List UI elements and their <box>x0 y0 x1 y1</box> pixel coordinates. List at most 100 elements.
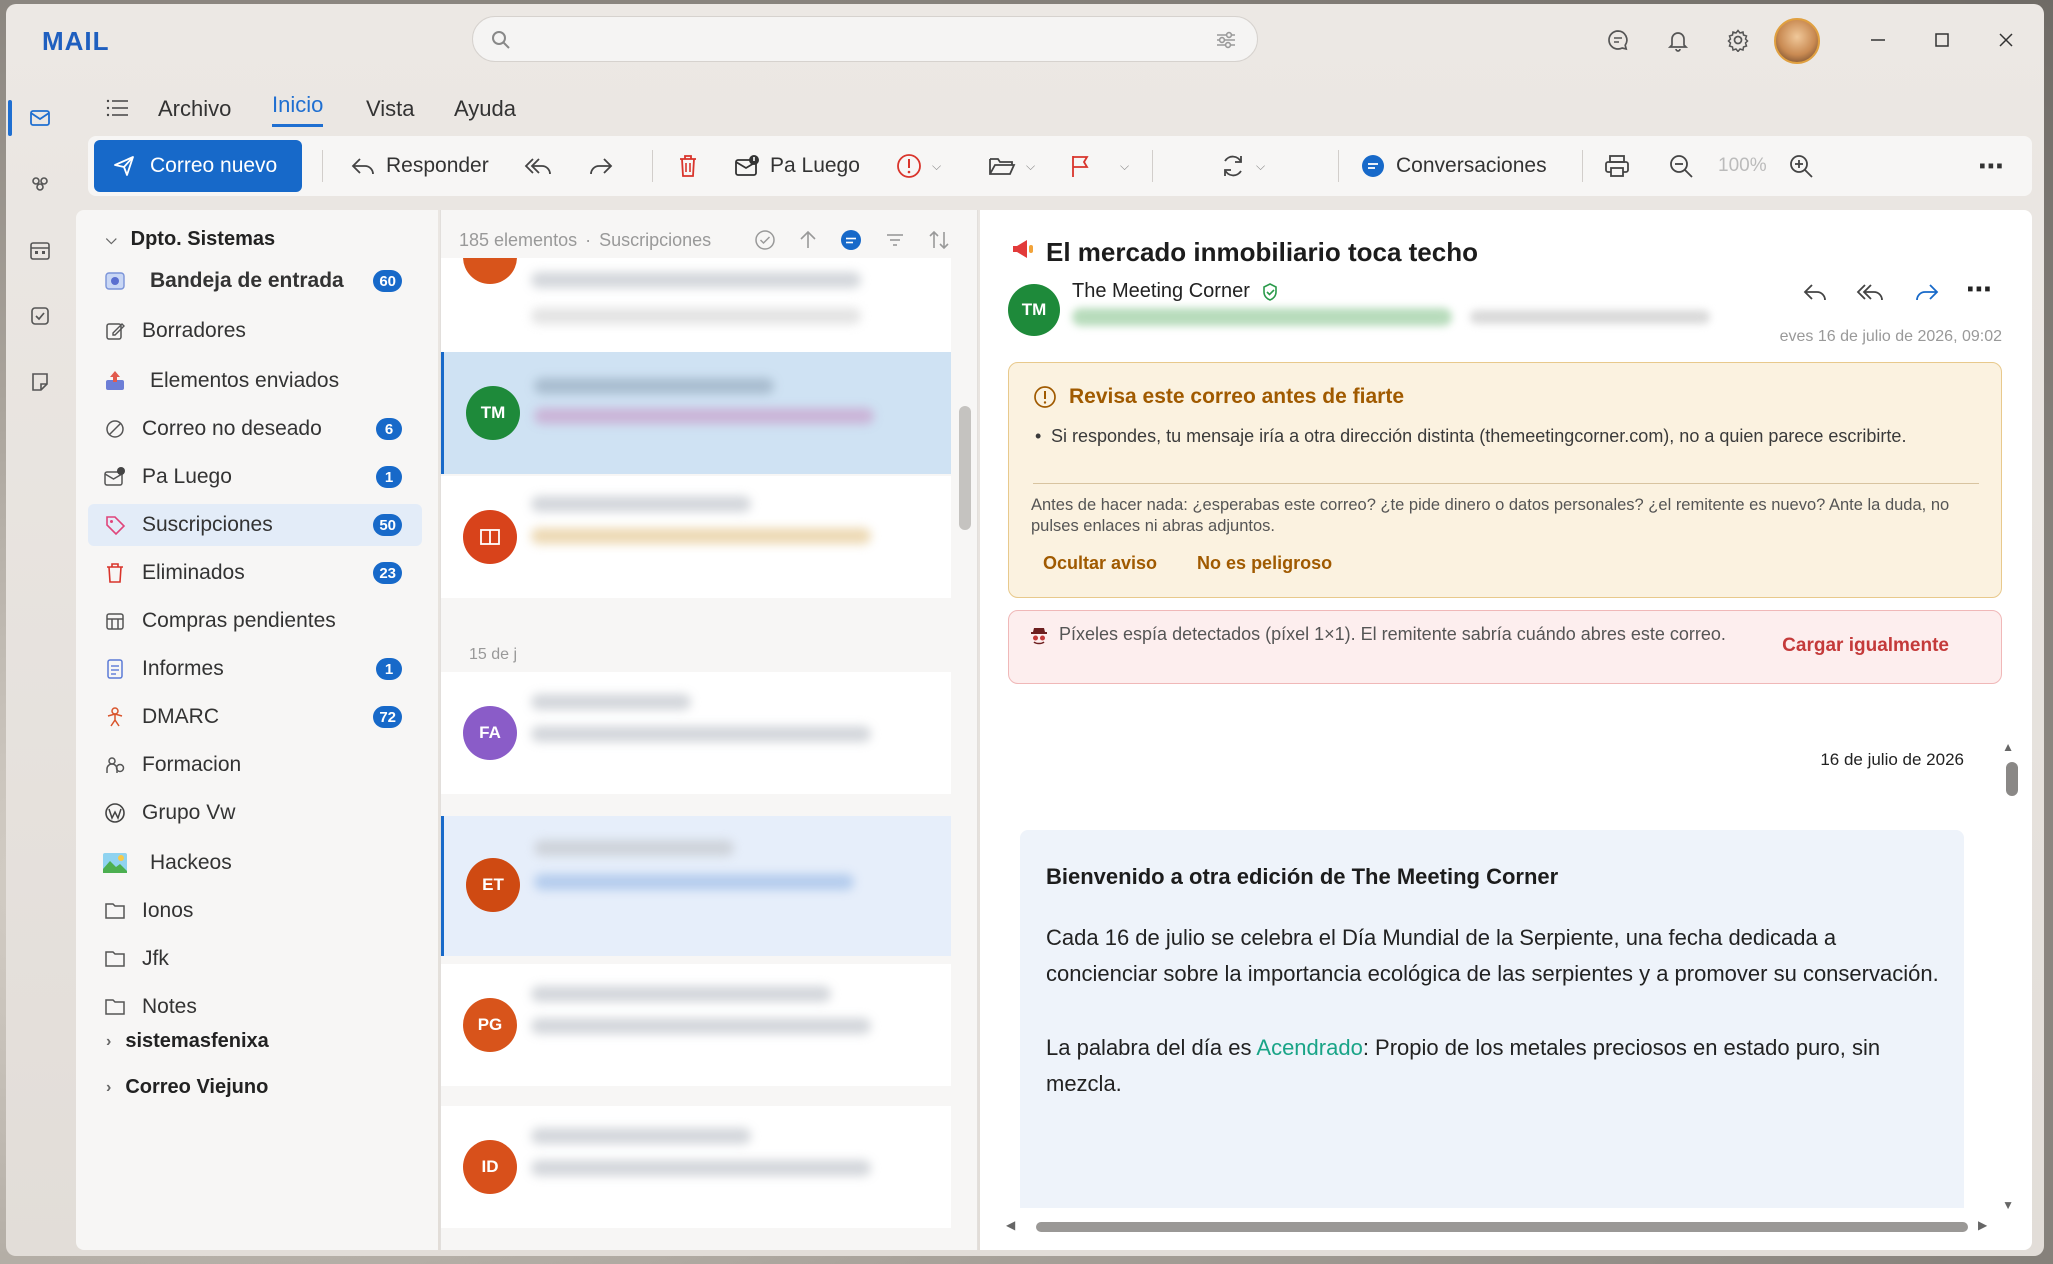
folder-jfk[interactable]: Jfk <box>88 938 422 980</box>
body-date: 16 de julio de 2026 <box>1820 750 1964 769</box>
horizontal-scroll-thumb[interactable] <box>1036 1222 1968 1232</box>
filter-icon[interactable] <box>883 228 907 252</box>
list-item[interactable]: ID <box>441 1106 951 1228</box>
print-button[interactable] <box>1604 146 1630 186</box>
sort-icon[interactable] <box>927 228 951 252</box>
reply-icon[interactable] <box>1802 280 1830 304</box>
forward-button[interactable] <box>588 146 614 186</box>
reply-all-icon[interactable] <box>1856 280 1886 304</box>
folder-formacion[interactable]: Formacion <box>88 744 422 786</box>
more-options-icon[interactable]: ⋯ <box>1966 276 1992 304</box>
folder-reports[interactable]: Informes 1 <box>88 648 422 690</box>
check-all-icon[interactable] <box>753 228 777 252</box>
close-icon[interactable] <box>1986 20 2026 60</box>
sync-button[interactable]: ⌵ <box>1220 146 1265 186</box>
filter-options-icon[interactable] <box>1215 30 1237 50</box>
list-item[interactable]: FA <box>441 672 951 794</box>
folder-inbox[interactable]: Bandeja de entrada 60 <box>88 260 422 302</box>
more-options-icon[interactable]: ⋯ <box>1978 146 2005 186</box>
document-icon <box>102 656 128 682</box>
not-dangerous-button[interactable]: No es peligroso <box>1197 553 1332 574</box>
body-horizontal-scrollbar[interactable]: ◀ ▶ <box>1006 1218 1987 1234</box>
zoom-in-button[interactable] <box>1788 146 1814 186</box>
folder-dmarc[interactable]: DMARC 72 <box>88 696 422 738</box>
list-item-selected[interactable]: TM <box>441 352 951 474</box>
contacts-icon[interactable] <box>26 170 54 198</box>
chevron-down-icon[interactable]: ⌵ <box>1026 159 1035 174</box>
important-button[interactable]: ⌵ <box>896 146 941 186</box>
delete-button[interactable] <box>676 146 700 186</box>
scroll-up-arrow-icon[interactable]: ▲ <box>2002 740 2014 754</box>
maximize-icon[interactable] <box>1922 20 1962 60</box>
later-button[interactable]: Pa Luego <box>734 146 860 186</box>
mail-icon[interactable] <box>26 104 54 132</box>
menu-ayuda[interactable]: Ayuda <box>454 96 516 122</box>
scroll-left-arrow-icon[interactable]: ◀ <box>1006 1218 1015 1232</box>
hide-warning-button[interactable]: Ocultar aviso <box>1043 553 1157 574</box>
chevron-down-icon[interactable]: ⌵ <box>1256 159 1265 174</box>
hamburger-icon[interactable] <box>106 98 130 124</box>
folder-sent[interactable]: Elementos enviados <box>88 360 422 402</box>
reply-button[interactable]: Responder <box>350 146 489 186</box>
image-icon <box>102 850 128 876</box>
menu-vista[interactable]: Vista <box>366 96 415 122</box>
folder-junk[interactable]: Correo no deseado 6 <box>88 408 422 450</box>
conversations-button[interactable]: Conversaciones <box>1360 146 1547 186</box>
zoom-out-button[interactable] <box>1668 146 1694 186</box>
move-button[interactable]: ⌵ <box>988 146 1035 186</box>
folder-notes[interactable]: Notes <box>88 986 422 1028</box>
blurred-preview <box>531 1018 871 1034</box>
folder-subscriptions[interactable]: Suscripciones 50 <box>88 504 422 546</box>
load-anyway-button[interactable]: Cargar igualmente <box>1782 635 1949 657</box>
conversation-icon[interactable] <box>839 228 863 252</box>
folder-later[interactable]: Pa Luego 1 <box>88 456 422 498</box>
folder-drafts[interactable]: Borradores <box>88 310 422 352</box>
folder-hackeos[interactable]: Hackeos <box>88 842 422 884</box>
scroll-down-arrow-icon[interactable]: ▼ <box>2002 1198 2014 1212</box>
sender-avatar: TM <box>466 386 520 440</box>
list-item[interactable] <box>441 258 951 358</box>
bell-icon[interactable] <box>1664 26 1692 54</box>
exclamation-icon <box>897 154 921 178</box>
calendar-icon[interactable] <box>26 236 54 264</box>
notes-icon[interactable] <box>26 368 54 396</box>
list-item[interactable]: PG <box>441 964 951 1086</box>
arrow-up-icon[interactable] <box>797 228 819 252</box>
folder-ionos[interactable]: Ionos <box>88 890 422 932</box>
ribbon-separator <box>1338 150 1339 182</box>
word-of-day-link[interactable]: Acendrado <box>1256 1035 1362 1060</box>
account-group-sistemasfenixa[interactable]: › sistemasfenixa <box>106 1030 269 1053</box>
list-item[interactable] <box>441 476 951 598</box>
menu-archivo[interactable]: Archivo <box>158 96 231 122</box>
list-scrollbar[interactable] <box>959 406 971 530</box>
scroll-right-arrow-icon[interactable]: ▶ <box>1978 1218 1987 1232</box>
chat-icon[interactable] <box>1604 26 1632 54</box>
folder-deleted[interactable]: Eliminados 23 <box>88 552 422 594</box>
flag-button[interactable]: ⌵ <box>1068 146 1129 186</box>
unread-badge: 50 <box>373 514 402 536</box>
menu-inicio[interactable]: Inicio <box>272 92 324 127</box>
minimize-icon[interactable] <box>1858 20 1898 60</box>
folder-purchases[interactable]: Compras pendientes <box>88 600 422 642</box>
sender-avatar <box>463 258 517 284</box>
search-box[interactable] <box>472 16 1258 62</box>
new-mail-button[interactable]: Correo nuevo <box>94 140 302 192</box>
list-item-highlighted[interactable]: ET <box>441 816 951 956</box>
blurred-sender <box>531 496 751 512</box>
gear-icon[interactable] <box>1724 26 1752 54</box>
tasks-icon[interactable] <box>26 302 54 330</box>
body-scrollbar[interactable] <box>2006 762 2018 796</box>
chevron-down-icon[interactable]: ⌵ <box>1120 159 1129 174</box>
account-group-correo-viejuno[interactable]: › Correo Viejuno <box>106 1076 268 1099</box>
forward-icon[interactable] <box>1912 280 1940 304</box>
reply-all-button[interactable] <box>524 146 552 186</box>
user-avatar[interactable] <box>1774 18 1820 64</box>
vw-logo-icon <box>102 800 128 826</box>
search-icon <box>492 31 510 49</box>
search-input[interactable] <box>521 25 1181 53</box>
message-subject: El mercado inmobiliario toca techo <box>1010 236 1478 269</box>
folder-grupo-vw[interactable]: Grupo Vw <box>88 792 422 834</box>
chevron-down-icon[interactable]: ⌵ <box>932 159 941 174</box>
conversation-icon <box>1362 155 1384 177</box>
account-header[interactable]: ⌵ Dpto. Sistemas <box>106 228 275 251</box>
